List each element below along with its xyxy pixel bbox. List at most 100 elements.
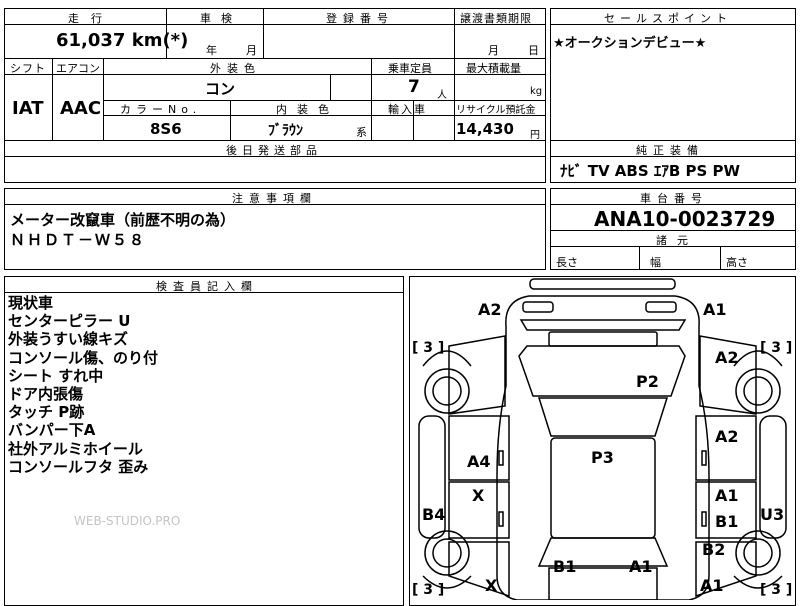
capacity-label: 乗車定員 — [388, 62, 432, 75]
inspector-line: 現状車 — [8, 294, 54, 312]
dimensions-label: 諸元 — [656, 234, 698, 247]
mark-a2-front-left: A2 — [478, 300, 502, 319]
height-label: 高さ — [726, 256, 748, 269]
divider — [454, 8, 455, 58]
mark-a1-right-rear-door: A1 — [715, 486, 739, 505]
inspector-line: タッチ P跡 — [8, 403, 85, 422]
hood — [518, 345, 686, 397]
wheel-fl-inner — [432, 376, 462, 406]
wheel-rl-inner — [432, 538, 462, 568]
door-handle — [498, 511, 504, 527]
registration-label: 登録番号 — [326, 12, 394, 25]
exterior-color-value: コン — [205, 80, 236, 98]
aircon-label: エアコン — [56, 62, 100, 75]
capacity-value: 7 — [408, 77, 420, 97]
divider — [371, 58, 372, 140]
genuine-equipment-label: 純正装備 — [636, 144, 704, 157]
inspector-line: バンパー下A — [8, 421, 96, 440]
mark-tire-fl: [ 3 ] — [412, 340, 445, 356]
shift-label: シフト — [10, 62, 46, 75]
month-unit: 月 — [246, 44, 257, 57]
inspector-line: 社外アルミホイール — [8, 439, 143, 458]
grille — [519, 319, 687, 331]
transfer-month: 月 — [488, 44, 499, 57]
wheel-rr-inner — [743, 538, 773, 568]
left-front-fender — [448, 335, 506, 415]
chassis-label: 車台番号 — [640, 192, 708, 205]
mark-b1-rear: B1 — [553, 557, 577, 576]
divider — [720, 246, 721, 270]
max-load-unit: kg — [530, 86, 543, 97]
mark-a1-front-right: A1 — [703, 300, 727, 319]
mark-x-rear-left: X — [485, 576, 498, 595]
divider — [4, 140, 546, 141]
divider — [263, 8, 264, 58]
wheel-rr-outer — [735, 530, 781, 576]
length-label: 長さ — [556, 256, 578, 269]
divider — [639, 246, 640, 270]
max-load-label: 最大積載量 — [466, 62, 521, 75]
mark-a2-right-door: A2 — [715, 427, 739, 446]
exterior-color-label: 外装色 — [210, 62, 261, 75]
door-handle — [701, 511, 707, 527]
inspector-label: 検査員記入欄 — [156, 280, 258, 293]
notes-line-1: メーター改竄車（前歴不明の為） — [10, 211, 236, 229]
divider — [230, 100, 231, 140]
mark-b4-left-sill: B4 — [422, 505, 446, 524]
color-no-label: カラーNo. — [120, 103, 202, 116]
front-inner — [548, 331, 658, 347]
recycle-label: リサイクル預託金 — [456, 105, 536, 116]
year-unit: 年 — [206, 44, 217, 57]
front-bumper-strip — [529, 278, 676, 290]
import-label: 輸入車 — [388, 103, 427, 116]
inspector-line: シート すれ中 — [8, 366, 104, 385]
inspection-label: 車検 — [200, 12, 242, 25]
genuine-equipment-value: ﾅﾋﾞ TV ABS ｴｱB PS PW — [560, 162, 741, 180]
mark-x-left-rear-door: X — [472, 486, 485, 505]
mileage-value: 61,037 km(*) — [56, 30, 189, 51]
mark-a4-left-door: A4 — [467, 452, 491, 471]
width-label: 幅 — [650, 256, 661, 269]
notes-label: 注意事項欄 — [232, 192, 317, 205]
door-handle — [701, 450, 707, 466]
sales-point-label: セールスポイント — [604, 12, 732, 25]
interior-color-label: 内装色 — [276, 103, 339, 116]
divider — [454, 58, 455, 140]
divider — [103, 58, 104, 140]
color-no-value: 8S6 — [150, 120, 182, 138]
mark-b1-right-rear-door: B1 — [715, 512, 739, 531]
interior-color-suffix: 系 — [356, 126, 367, 139]
mark-u3-right-sill: U3 — [760, 505, 785, 524]
shift-value: IAT — [12, 98, 44, 119]
mark-a1-rear-right: A1 — [700, 576, 724, 595]
inspector-line: コンソールフタ 歪み — [8, 457, 149, 476]
mark-tire-rr: [ 3 ] — [760, 582, 793, 598]
inspector-line: 外装うすい線キズ — [8, 330, 129, 349]
divider — [550, 230, 796, 231]
aircon-value: AAC — [60, 98, 102, 119]
watermark: WEB-STUDIO.PRO — [74, 514, 181, 528]
divider — [4, 156, 546, 157]
divider — [52, 58, 53, 140]
inspector-line: ドア内張傷 — [8, 385, 84, 404]
sales-point-text: ★オークションデビュー★ — [553, 36, 707, 51]
capacity-unit: 人 — [437, 90, 447, 101]
divider — [4, 58, 546, 59]
right-front-door — [695, 415, 757, 481]
mark-b2-right-quarter: B2 — [702, 540, 726, 559]
mark-a2-right-fender: A2 — [715, 348, 739, 367]
inspector-line: コンソール傷、のり付 — [8, 348, 159, 367]
mark-p3-roof: P3 — [591, 448, 614, 467]
notes-line-2: ＮＨＤＴ－Ｗ５８ — [10, 231, 147, 249]
mark-tire-fr: [ 3 ] — [760, 340, 793, 356]
windshield — [537, 397, 669, 437]
mark-tire-rl: [ 3 ] — [412, 582, 445, 598]
mileage-label: 走行 — [68, 12, 114, 25]
chassis-value: ANA10-0023729 — [594, 207, 776, 231]
wheel-fr-outer — [735, 368, 781, 414]
interior-color-value: ﾌﾞﾗｳﾝ — [268, 123, 303, 139]
transfer-doc-label: 譲渡書類期限 — [460, 12, 532, 25]
divider — [550, 140, 796, 141]
inspector-line: センターピラー U — [8, 312, 131, 331]
transfer-day: 日 — [528, 44, 539, 57]
